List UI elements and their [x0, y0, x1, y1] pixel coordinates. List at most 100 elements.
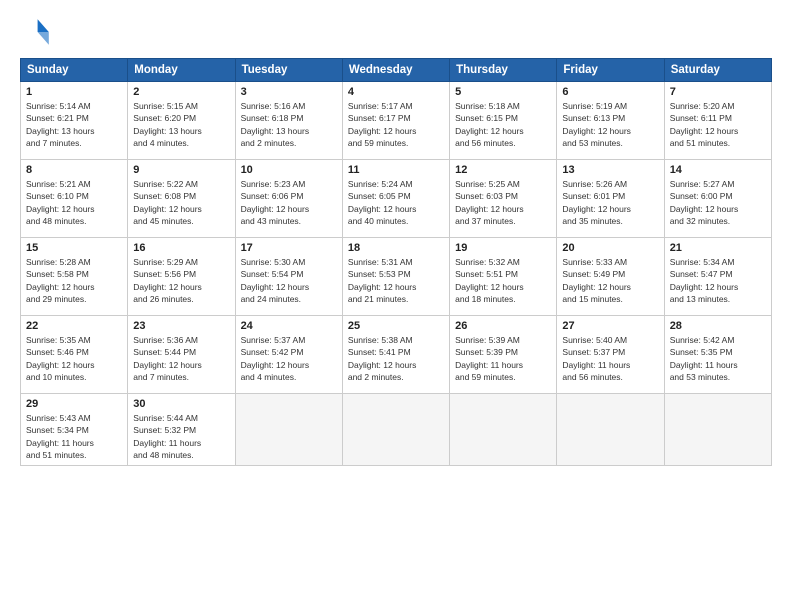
col-header-thursday: Thursday [450, 59, 557, 82]
day-info: Sunrise: 5:24 AMSunset: 6:05 PMDaylight:… [348, 178, 444, 227]
day-number: 10 [241, 164, 337, 176]
day-number: 29 [26, 398, 122, 410]
day-info: Sunrise: 5:23 AMSunset: 6:06 PMDaylight:… [241, 178, 337, 227]
day-info: Sunrise: 5:22 AMSunset: 6:08 PMDaylight:… [133, 178, 229, 227]
day-info: Sunrise: 5:42 AMSunset: 5:35 PMDaylight:… [670, 334, 766, 383]
day-number: 8 [26, 164, 122, 176]
week-row-2: 8 Sunrise: 5:21 AMSunset: 6:10 PMDaylight… [21, 160, 772, 238]
col-header-tuesday: Tuesday [235, 59, 342, 82]
logo [20, 16, 56, 48]
calendar-cell: 22 Sunrise: 5:35 AMSunset: 5:46 PMDayligh… [21, 316, 128, 394]
calendar-cell: 23 Sunrise: 5:36 AMSunset: 5:44 PMDayligh… [128, 316, 235, 394]
calendar-cell [342, 394, 449, 466]
week-row-1: 1 Sunrise: 5:14 AMSunset: 6:21 PMDaylight… [21, 82, 772, 160]
week-row-4: 22 Sunrise: 5:35 AMSunset: 5:46 PMDayligh… [21, 316, 772, 394]
day-number: 26 [455, 320, 551, 332]
calendar-cell: 17Sunrise: 5:30 AMSunset: 5:54 PMDayligh… [235, 238, 342, 316]
day-number: 3 [241, 86, 337, 98]
day-info: Sunrise: 5:37 AMSunset: 5:42 PMDaylight:… [241, 334, 337, 383]
day-info: Sunrise: 5:29 AMSunset: 5:56 PMDaylight:… [133, 256, 229, 305]
day-number: 13 [562, 164, 658, 176]
calendar-cell: 4Sunrise: 5:17 AMSunset: 6:17 PMDaylight… [342, 82, 449, 160]
col-header-saturday: Saturday [664, 59, 771, 82]
day-number: 28 [670, 320, 766, 332]
calendar-cell: 25 Sunrise: 5:38 AMSunset: 5:41 PMDayligh… [342, 316, 449, 394]
calendar-cell: 18 Sunrise: 5:31 AMSunset: 5:53 PMDayligh… [342, 238, 449, 316]
calendar-cell: 3 Sunrise: 5:16 AMSunset: 6:18 PMDaylight… [235, 82, 342, 160]
day-number: 16 [133, 242, 229, 254]
day-number: 12 [455, 164, 551, 176]
day-number: 21 [670, 242, 766, 254]
day-info: Sunrise: 5:25 AMSunset: 6:03 PMDaylight:… [455, 178, 551, 227]
day-info: Sunrise: 5:34 AMSunset: 5:47 PMDaylight:… [670, 256, 766, 305]
day-info: Sunrise: 5:39 AMSunset: 5:39 PMDaylight:… [455, 334, 551, 383]
calendar-cell: 27 Sunrise: 5:40 AMSunset: 5:37 PMDayligh… [557, 316, 664, 394]
day-number: 25 [348, 320, 444, 332]
calendar-cell [557, 394, 664, 466]
day-number: 27 [562, 320, 658, 332]
day-info: Sunrise: 5:33 AMSunset: 5:49 PMDaylight:… [562, 256, 658, 305]
day-number: 2 [133, 86, 229, 98]
calendar-cell: 9 Sunrise: 5:22 AMSunset: 6:08 PMDaylight… [128, 160, 235, 238]
col-header-wednesday: Wednesday [342, 59, 449, 82]
day-number: 9 [133, 164, 229, 176]
logo-icon [20, 16, 52, 48]
calendar-cell: 5 Sunrise: 5:18 AMSunset: 6:15 PMDaylight… [450, 82, 557, 160]
day-info: Sunrise: 5:38 AMSunset: 5:41 PMDaylight:… [348, 334, 444, 383]
calendar-cell: 11 Sunrise: 5:24 AMSunset: 6:05 PMDayligh… [342, 160, 449, 238]
calendar-table: SundayMondayTuesdayWednesdayThursdayFrid… [20, 58, 772, 466]
day-info: Sunrise: 5:20 AMSunset: 6:11 PMDaylight:… [670, 100, 766, 149]
day-info: Sunrise: 5:21 AMSunset: 6:10 PMDaylight:… [26, 178, 122, 227]
calendar-cell [450, 394, 557, 466]
col-header-friday: Friday [557, 59, 664, 82]
calendar-cell: 1 Sunrise: 5:14 AMSunset: 6:21 PMDaylight… [21, 82, 128, 160]
day-number: 30 [133, 398, 229, 410]
day-info: Sunrise: 5:44 AMSunset: 5:32 PMDaylight:… [133, 412, 229, 461]
calendar-cell: 21 Sunrise: 5:34 AMSunset: 5:47 PMDayligh… [664, 238, 771, 316]
day-number: 11 [348, 164, 444, 176]
day-info: Sunrise: 5:30 AMSunset: 5:54 PMDaylight:… [241, 256, 337, 305]
calendar-cell: 15 Sunrise: 5:28 AMSunset: 5:58 PMDayligh… [21, 238, 128, 316]
calendar-cell [235, 394, 342, 466]
calendar-cell: 28 Sunrise: 5:42 AMSunset: 5:35 PMDayligh… [664, 316, 771, 394]
day-info: Sunrise: 5:40 AMSunset: 5:37 PMDaylight:… [562, 334, 658, 383]
day-number: 1 [26, 86, 122, 98]
day-info: Sunrise: 5:26 AMSunset: 6:01 PMDaylight:… [562, 178, 658, 227]
day-number: 4 [348, 86, 444, 98]
day-number: 5 [455, 86, 551, 98]
calendar-cell: 20Sunrise: 5:33 AMSunset: 5:49 PMDayligh… [557, 238, 664, 316]
day-info: Sunrise: 5:31 AMSunset: 5:53 PMDaylight:… [348, 256, 444, 305]
day-info: Sunrise: 5:14 AMSunset: 6:21 PMDaylight:… [26, 100, 122, 149]
calendar-cell: 8 Sunrise: 5:21 AMSunset: 6:10 PMDaylight… [21, 160, 128, 238]
calendar-body: 1 Sunrise: 5:14 AMSunset: 6:21 PMDaylight… [21, 82, 772, 466]
calendar-cell: 10 Sunrise: 5:23 AMSunset: 6:06 PMDayligh… [235, 160, 342, 238]
day-info: Sunrise: 5:19 AMSunset: 6:13 PMDaylight:… [562, 100, 658, 149]
page: SundayMondayTuesdayWednesdayThursdayFrid… [0, 0, 792, 612]
day-info: Sunrise: 5:32 AMSunset: 5:51 PMDaylight:… [455, 256, 551, 305]
day-info: Sunrise: 5:18 AMSunset: 6:15 PMDaylight:… [455, 100, 551, 149]
header [20, 16, 772, 48]
day-info: Sunrise: 5:43 AMSunset: 5:34 PMDaylight:… [26, 412, 122, 461]
col-header-monday: Monday [128, 59, 235, 82]
day-info: Sunrise: 5:36 AMSunset: 5:44 PMDaylight:… [133, 334, 229, 383]
day-number: 18 [348, 242, 444, 254]
calendar-cell: 14Sunrise: 5:27 AMSunset: 6:00 PMDayligh… [664, 160, 771, 238]
day-number: 23 [133, 320, 229, 332]
day-number: 15 [26, 242, 122, 254]
header-row: SundayMondayTuesdayWednesdayThursdayFrid… [21, 59, 772, 82]
calendar-cell: 2Sunrise: 5:15 AMSunset: 6:20 PMDaylight… [128, 82, 235, 160]
day-number: 6 [562, 86, 658, 98]
calendar-cell: 16 Sunrise: 5:29 AMSunset: 5:56 PMDayligh… [128, 238, 235, 316]
week-row-3: 15 Sunrise: 5:28 AMSunset: 5:58 PMDayligh… [21, 238, 772, 316]
day-info: Sunrise: 5:28 AMSunset: 5:58 PMDaylight:… [26, 256, 122, 305]
calendar-cell: 24Sunrise: 5:37 AMSunset: 5:42 PMDayligh… [235, 316, 342, 394]
day-info: Sunrise: 5:16 AMSunset: 6:18 PMDaylight:… [241, 100, 337, 149]
calendar-cell: 26 Sunrise: 5:39 AMSunset: 5:39 PMDayligh… [450, 316, 557, 394]
day-number: 22 [26, 320, 122, 332]
week-row-5: 29 Sunrise: 5:43 AMSunset: 5:34 PMDayligh… [21, 394, 772, 466]
day-info: Sunrise: 5:27 AMSunset: 6:00 PMDaylight:… [670, 178, 766, 227]
col-header-sunday: Sunday [21, 59, 128, 82]
calendar-header: SundayMondayTuesdayWednesdayThursdayFrid… [21, 59, 772, 82]
day-info: Sunrise: 5:35 AMSunset: 5:46 PMDaylight:… [26, 334, 122, 383]
calendar-cell: 13 Sunrise: 5:26 AMSunset: 6:01 PMDayligh… [557, 160, 664, 238]
